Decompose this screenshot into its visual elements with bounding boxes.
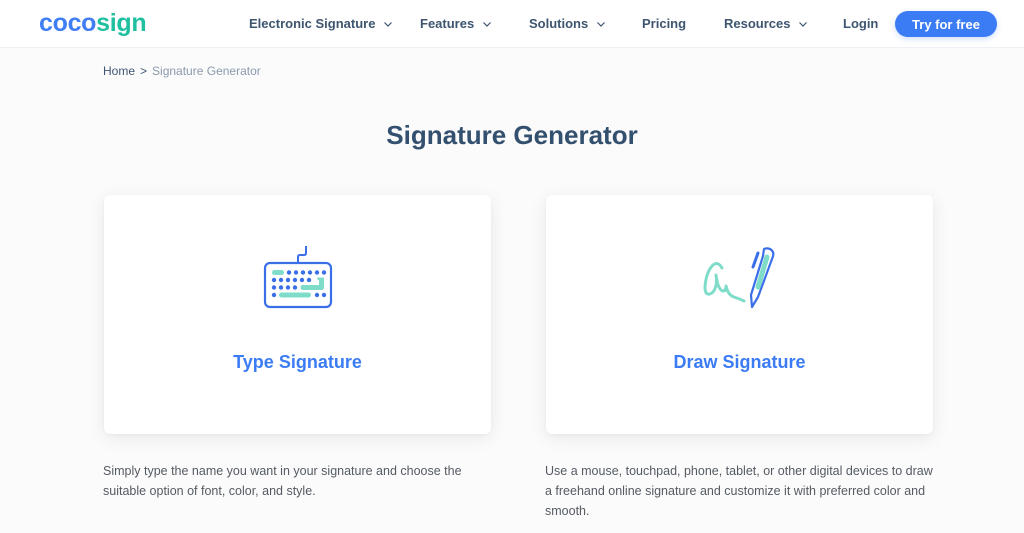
try-for-free-button[interactable]: Try for free — [895, 11, 997, 37]
nav-electronic-signature[interactable]: Electronic Signature — [249, 16, 393, 31]
logo-text-coco: coco — [39, 9, 97, 37]
pen-signature-icon — [703, 247, 774, 309]
top-nav-bar: cocosign Electronic Signature Features S… — [0, 0, 1024, 48]
nav-solutions[interactable]: Solutions — [529, 16, 606, 31]
type-signature-description: Simply type the name you want in your si… — [103, 464, 462, 498]
chevron-down-icon — [483, 21, 492, 27]
cocosign-logo[interactable]: cocosign — [39, 9, 147, 38]
draw-signature-description: Use a mouse, touchpad, phone, tablet, or… — [545, 464, 933, 518]
nav-label: Features — [420, 16, 475, 31]
logo-text-sign: sign — [96, 9, 147, 37]
keyboard-icon — [263, 246, 332, 309]
breadcrumb-separator: > — [140, 64, 148, 78]
draw-signature-title: Draw Signature — [673, 352, 806, 372]
breadcrumb: Home > Signature Generator — [103, 64, 261, 78]
breadcrumb-current: Signature Generator — [152, 64, 261, 78]
login-link[interactable]: Login — [843, 16, 878, 31]
type-signature-title: Type Signature — [233, 352, 362, 372]
page-title: Signature Generator — [386, 120, 638, 150]
chevron-down-icon — [597, 21, 606, 27]
nav-label: Pricing — [642, 16, 687, 31]
nav-label: Resources — [724, 16, 791, 31]
type-signature-card[interactable]: Type Signature — [104, 195, 491, 434]
login-label: Login — [843, 16, 879, 31]
breadcrumb-home-link[interactable]: Home — [103, 64, 135, 78]
nav-resources[interactable]: Resources — [724, 16, 808, 31]
nav-pricing[interactable]: Pricing — [642, 16, 686, 31]
nav-label: Electronic Signature — [249, 16, 376, 31]
nav-label: Solutions — [529, 16, 589, 31]
nav-features[interactable]: Features — [420, 16, 492, 31]
chevron-down-icon — [799, 21, 808, 27]
draw-signature-card[interactable]: Draw Signature — [546, 195, 933, 434]
chevron-down-icon — [384, 21, 393, 27]
